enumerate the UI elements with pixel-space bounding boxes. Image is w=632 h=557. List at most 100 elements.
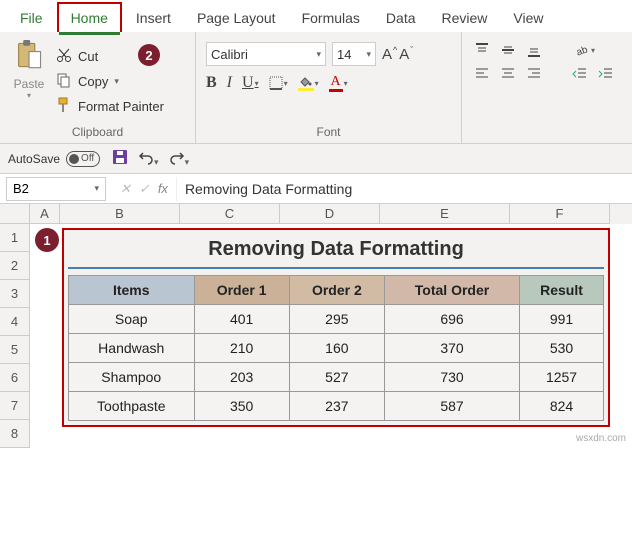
- align-top-button[interactable]: [474, 42, 490, 58]
- table-cell[interactable]: 237: [289, 392, 384, 421]
- row-header-8[interactable]: 8: [0, 420, 30, 448]
- menu-page-layout[interactable]: Page Layout: [185, 4, 288, 32]
- borders-button[interactable]: ▾: [269, 76, 288, 90]
- chevron-down-icon: ▾: [114, 76, 119, 87]
- table-header-row: Items Order 1 Order 2 Total Order Result: [69, 276, 604, 305]
- table-cell[interactable]: Shampoo: [69, 363, 195, 392]
- accept-formula-button[interactable]: ✓: [139, 181, 150, 197]
- increase-indent-button[interactable]: [598, 66, 614, 82]
- col-header-F[interactable]: F: [510, 204, 610, 224]
- table-cell[interactable]: 587: [384, 392, 519, 421]
- row-header-1[interactable]: 1: [0, 224, 30, 252]
- col-header-C[interactable]: C: [180, 204, 280, 224]
- align-right-button[interactable]: [526, 66, 542, 82]
- save-button[interactable]: [112, 149, 128, 168]
- table-row[interactable]: Soap401295696991: [69, 305, 604, 334]
- menu-review[interactable]: Review: [430, 4, 500, 32]
- bold-button[interactable]: B: [206, 74, 217, 92]
- table-cell[interactable]: 527: [289, 363, 384, 392]
- table-cell[interactable]: Soap: [69, 305, 195, 334]
- chevron-down-icon: ▾: [316, 49, 321, 60]
- orientation-button[interactable]: ab▾: [574, 42, 595, 58]
- undo-button[interactable]: ▾: [138, 149, 159, 168]
- cut-label: Cut: [78, 49, 98, 64]
- paste-label: Paste: [14, 77, 45, 91]
- table-cell[interactable]: 696: [384, 305, 519, 334]
- align-center-button[interactable]: [500, 66, 516, 82]
- chevron-down-icon: ▾: [366, 49, 371, 60]
- col-header-A[interactable]: A: [30, 204, 60, 224]
- table-row[interactable]: Toothpaste350237587824: [69, 392, 604, 421]
- table-row[interactable]: Handwash210160370530: [69, 334, 604, 363]
- th-total: Total Order: [384, 276, 519, 305]
- data-selection-box: Removing Data Formatting Items Order 1 O…: [62, 228, 610, 427]
- copy-label: Copy: [78, 74, 108, 89]
- row-header-5[interactable]: 5: [0, 336, 30, 364]
- increase-font-button[interactable]: A^: [382, 46, 397, 63]
- ribbon-group-alignment: ab▾: [462, 32, 622, 143]
- table-cell[interactable]: 295: [289, 305, 384, 334]
- fill-color-button[interactable]: ▾: [298, 75, 319, 91]
- font-size-combo[interactable]: 14 ▾: [332, 42, 376, 66]
- col-header-E[interactable]: E: [380, 204, 510, 224]
- group-label-font: Font: [204, 123, 453, 141]
- table-cell[interactable]: 824: [520, 392, 604, 421]
- align-bottom-button[interactable]: [526, 42, 542, 58]
- row-header-3[interactable]: 3: [0, 280, 30, 308]
- col-header-D[interactable]: D: [280, 204, 380, 224]
- table-cell[interactable]: 203: [194, 363, 289, 392]
- table-cell[interactable]: 1257: [520, 363, 604, 392]
- table-cell[interactable]: 730: [384, 363, 519, 392]
- row-header-4[interactable]: 4: [0, 308, 30, 336]
- ribbon-group-clipboard: Paste ▾ Cut Copy ▾ Format Painter C: [0, 32, 196, 143]
- copy-icon: [56, 72, 72, 91]
- table-cell[interactable]: 401: [194, 305, 289, 334]
- align-middle-button[interactable]: [500, 42, 516, 58]
- decrease-font-button[interactable]: Aˇ: [399, 46, 413, 63]
- italic-button[interactable]: I: [227, 74, 232, 92]
- spreadsheet-grid[interactable]: A B C D E F 1 2 3 4 5 6 7 8 1 Removing D…: [0, 204, 632, 448]
- row-header-6[interactable]: 6: [0, 364, 30, 392]
- format-painter-button[interactable]: Format Painter: [56, 97, 164, 116]
- table-cell[interactable]: 991: [520, 305, 604, 334]
- align-left-button[interactable]: [474, 66, 490, 82]
- menu-view[interactable]: View: [501, 4, 555, 32]
- font-name-combo[interactable]: Calibri ▾: [206, 42, 326, 66]
- paste-button[interactable]: Paste ▾: [8, 36, 50, 123]
- name-box[interactable]: B2 ▾: [6, 177, 106, 201]
- copy-button[interactable]: Copy ▾: [56, 72, 164, 91]
- formula-input[interactable]: Removing Data Formatting: [176, 177, 632, 201]
- paintbrush-icon: [56, 97, 72, 116]
- menu-formulas[interactable]: Formulas: [290, 4, 372, 32]
- fx-button[interactable]: fx: [158, 181, 168, 197]
- select-all-corner[interactable]: [0, 204, 30, 224]
- underline-button[interactable]: U▾: [242, 74, 259, 92]
- cancel-formula-button[interactable]: ✕: [120, 181, 131, 197]
- menu-insert[interactable]: Insert: [124, 4, 183, 32]
- table-title: Removing Data Formatting: [68, 234, 604, 269]
- row-header-2[interactable]: 2: [0, 252, 30, 280]
- menu-file[interactable]: File: [8, 4, 55, 32]
- menu-data[interactable]: Data: [374, 4, 428, 32]
- redo-button[interactable]: ▾: [169, 149, 190, 168]
- table-cell[interactable]: Toothpaste: [69, 392, 195, 421]
- table-row[interactable]: Shampoo2035277301257: [69, 363, 604, 392]
- table-cell[interactable]: 370: [384, 334, 519, 363]
- autosave-label: AutoSave: [8, 152, 60, 166]
- table-cell[interactable]: 210: [194, 334, 289, 363]
- table-cell[interactable]: 160: [289, 334, 384, 363]
- table-cell[interactable]: 350: [194, 392, 289, 421]
- font-name-value: Calibri: [211, 47, 248, 62]
- table-cell[interactable]: Handwash: [69, 334, 195, 363]
- quick-access-bar: AutoSave Off ▾ ▾: [0, 144, 632, 174]
- menu-home[interactable]: Home: [57, 2, 122, 32]
- table-cell[interactable]: 530: [520, 334, 604, 363]
- group-label-alignment: [470, 137, 614, 141]
- col-header-B[interactable]: B: [60, 204, 180, 224]
- font-color-button[interactable]: A▾: [329, 75, 348, 92]
- autosave-toggle[interactable]: AutoSave Off: [8, 151, 100, 167]
- th-result: Result: [520, 276, 604, 305]
- decrease-indent-button[interactable]: [572, 66, 588, 82]
- row-header-7[interactable]: 7: [0, 392, 30, 420]
- font-size-value: 14: [337, 47, 351, 62]
